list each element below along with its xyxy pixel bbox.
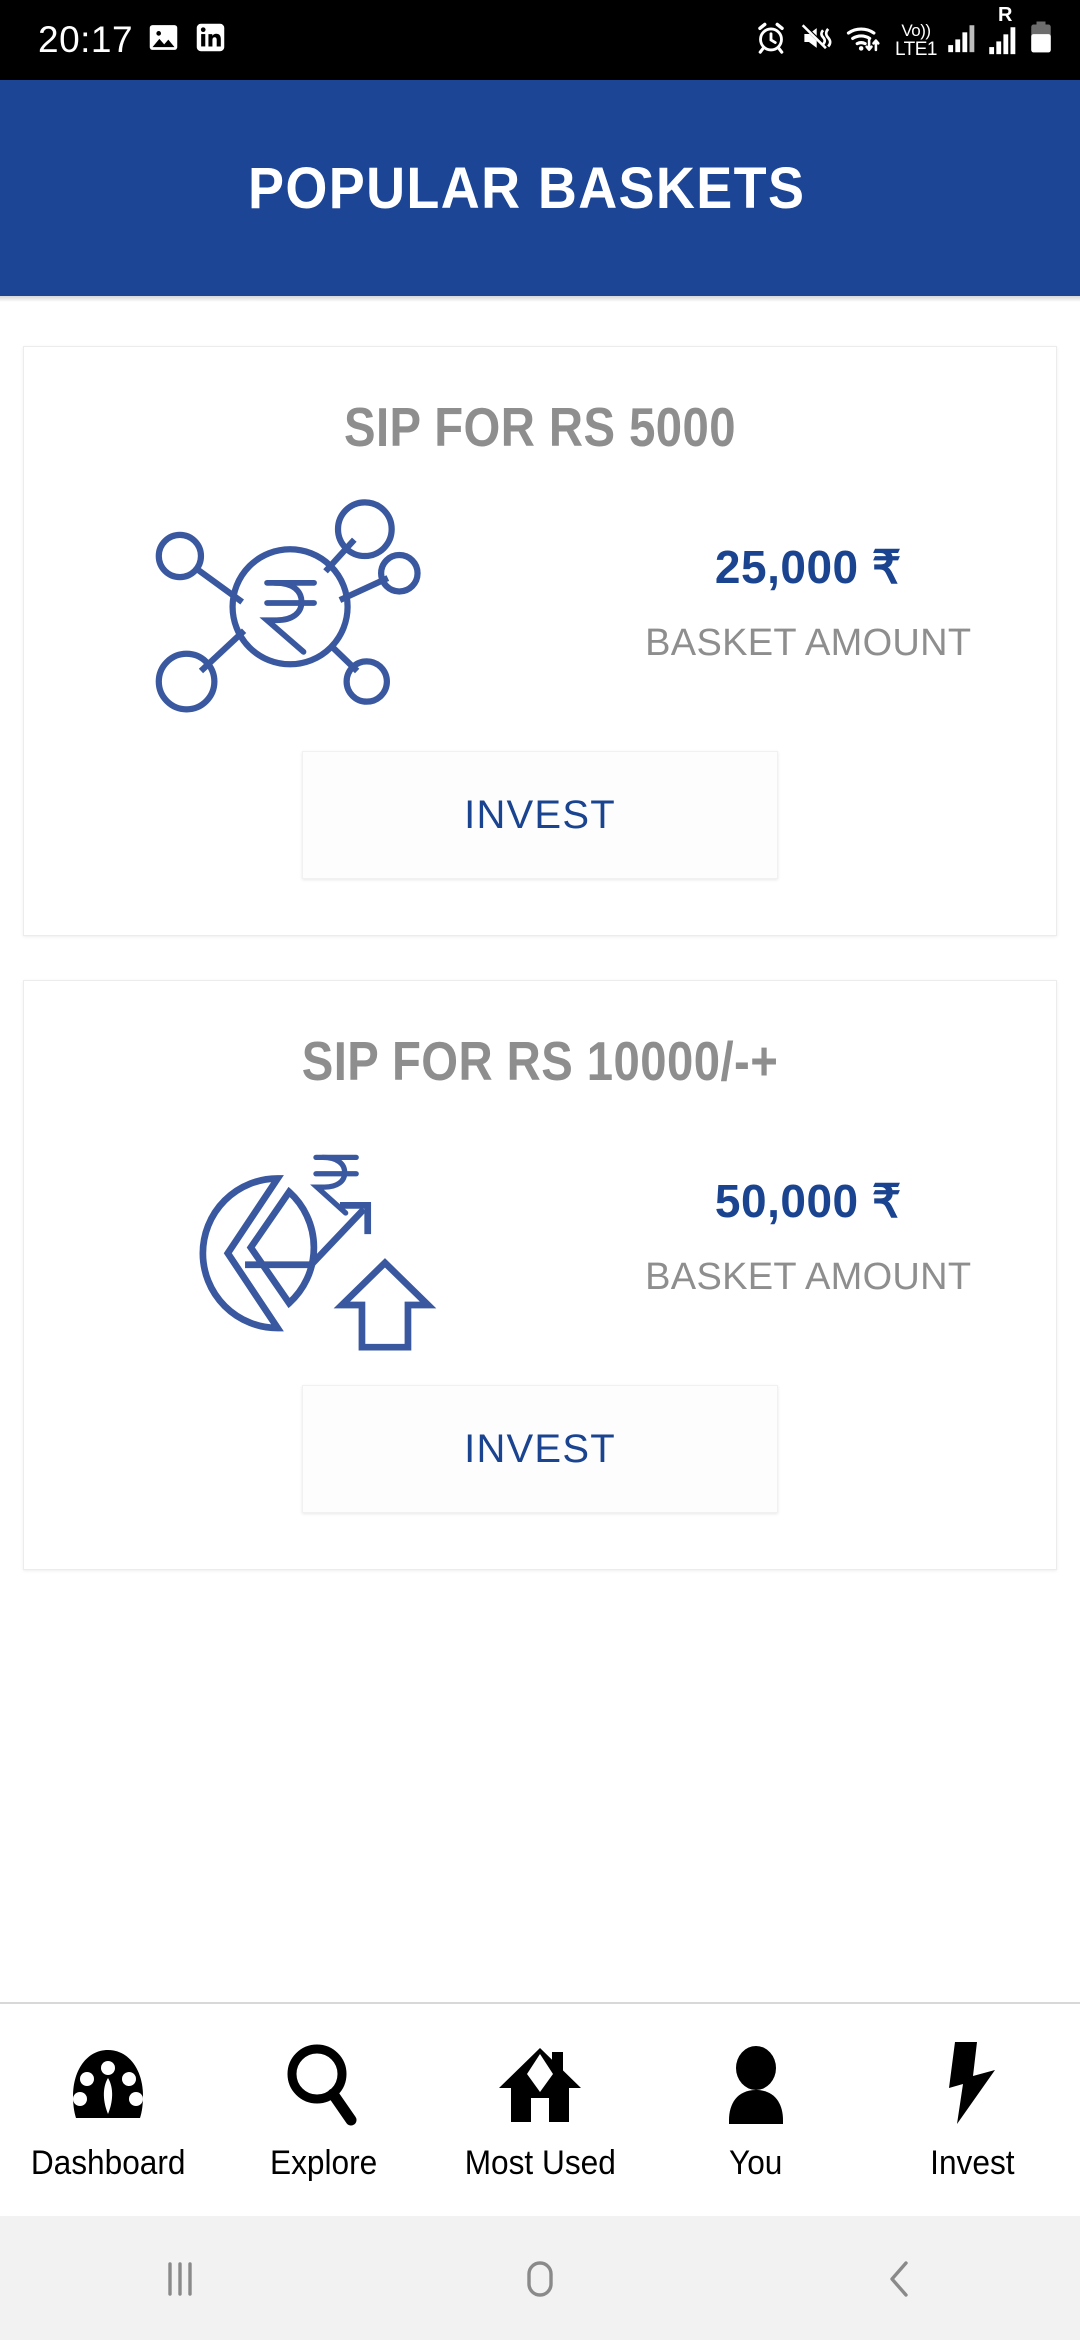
- rupee-network-icon: [24, 487, 561, 717]
- bottom-navigation: Dashboard Explore Most Used You Invest: [0, 2002, 1080, 2216]
- nav-item-you[interactable]: You: [648, 2038, 864, 2183]
- basket-body: 50,000 ₹ BASKET AMOUNT: [24, 1093, 1056, 1351]
- status-bar-left: 20:17: [38, 19, 227, 61]
- basket-figures: 50,000 ₹ BASKET AMOUNT: [561, 1174, 1056, 1299]
- basket-title: SIP FOR RS 10000/-+: [301, 1030, 779, 1092]
- basket-amount-value: 50,000 ₹: [714, 1174, 902, 1227]
- nav-label: You: [729, 2143, 783, 2182]
- battery-icon: [1028, 20, 1054, 61]
- basket-title: SIP FOR RS 5000: [343, 396, 737, 458]
- app-bar: POPULAR BASKETS: [0, 80, 1080, 296]
- roaming-signal-icon: R: [987, 4, 1017, 57]
- nav-label: Invest: [929, 2143, 1015, 2182]
- person-icon: [719, 2038, 793, 2126]
- basket-card[interactable]: SIP FOR RS 10000/-+ 50,000 ₹ BASKET AMOU…: [23, 980, 1057, 1570]
- nav-item-explore[interactable]: Explore: [216, 2038, 432, 2183]
- vibrate-mute-icon: [799, 21, 833, 60]
- basket-list: SIP FOR RS 5000 25,000 ₹ BASKET AMOUNT I…: [0, 302, 1080, 2002]
- page-title: POPULAR BASKETS: [248, 155, 806, 221]
- status-bar-right: Vo)) LTE1 R: [754, 4, 1054, 61]
- basket-body: 25,000 ₹ BASKET AMOUNT: [24, 459, 1056, 717]
- android-navigation-bar: [0, 2216, 1080, 2340]
- status-bar-clock: 20:17: [38, 19, 134, 60]
- invest-button-wrap: INVEST: [24, 1351, 1056, 1569]
- basket-amount-label: BASKET AMOUNT: [645, 1255, 972, 1298]
- basket-amount-label: BASKET AMOUNT: [645, 621, 972, 664]
- alarm-icon: [754, 21, 788, 60]
- image-icon: [147, 21, 180, 59]
- nav-item-most-used[interactable]: Most Used: [432, 2038, 648, 2183]
- invest-button-wrap: INVEST: [24, 717, 1056, 935]
- nav-item-invest[interactable]: Invest: [864, 2038, 1080, 2183]
- linkedin-icon: [194, 21, 227, 59]
- nav-label: Explore: [270, 2143, 378, 2182]
- wifi-data-icon: [844, 21, 884, 60]
- pie-chart-growth-icon: [24, 1121, 561, 1351]
- invest-button[interactable]: INVEST: [302, 751, 778, 879]
- nav-item-dashboard[interactable]: Dashboard: [0, 2038, 216, 2183]
- home-icon: [497, 2038, 583, 2126]
- lightning-bolt-icon: [941, 2038, 1003, 2126]
- invest-button[interactable]: INVEST: [302, 1385, 778, 1513]
- basket-figures: 25,000 ₹ BASKET AMOUNT: [561, 540, 1056, 665]
- back-chevron-icon[interactable]: [800, 2252, 1000, 2304]
- home-pill-icon[interactable]: [440, 2252, 640, 2304]
- volte-indicator: Vo)) LTE1: [894, 20, 938, 60]
- speedometer-icon: [67, 2038, 149, 2126]
- signal-icon: [946, 21, 976, 60]
- basket-amount-value: 25,000 ₹: [714, 540, 902, 593]
- recents-icon[interactable]: [80, 2252, 280, 2304]
- search-icon: [283, 2038, 365, 2126]
- nav-label: Dashboard: [30, 2143, 186, 2182]
- basket-card[interactable]: SIP FOR RS 5000 25,000 ₹ BASKET AMOUNT I…: [23, 346, 1057, 936]
- nav-label: Most Used: [464, 2143, 616, 2182]
- status-bar: 20:17 Vo)) LTE1 R: [0, 0, 1080, 80]
